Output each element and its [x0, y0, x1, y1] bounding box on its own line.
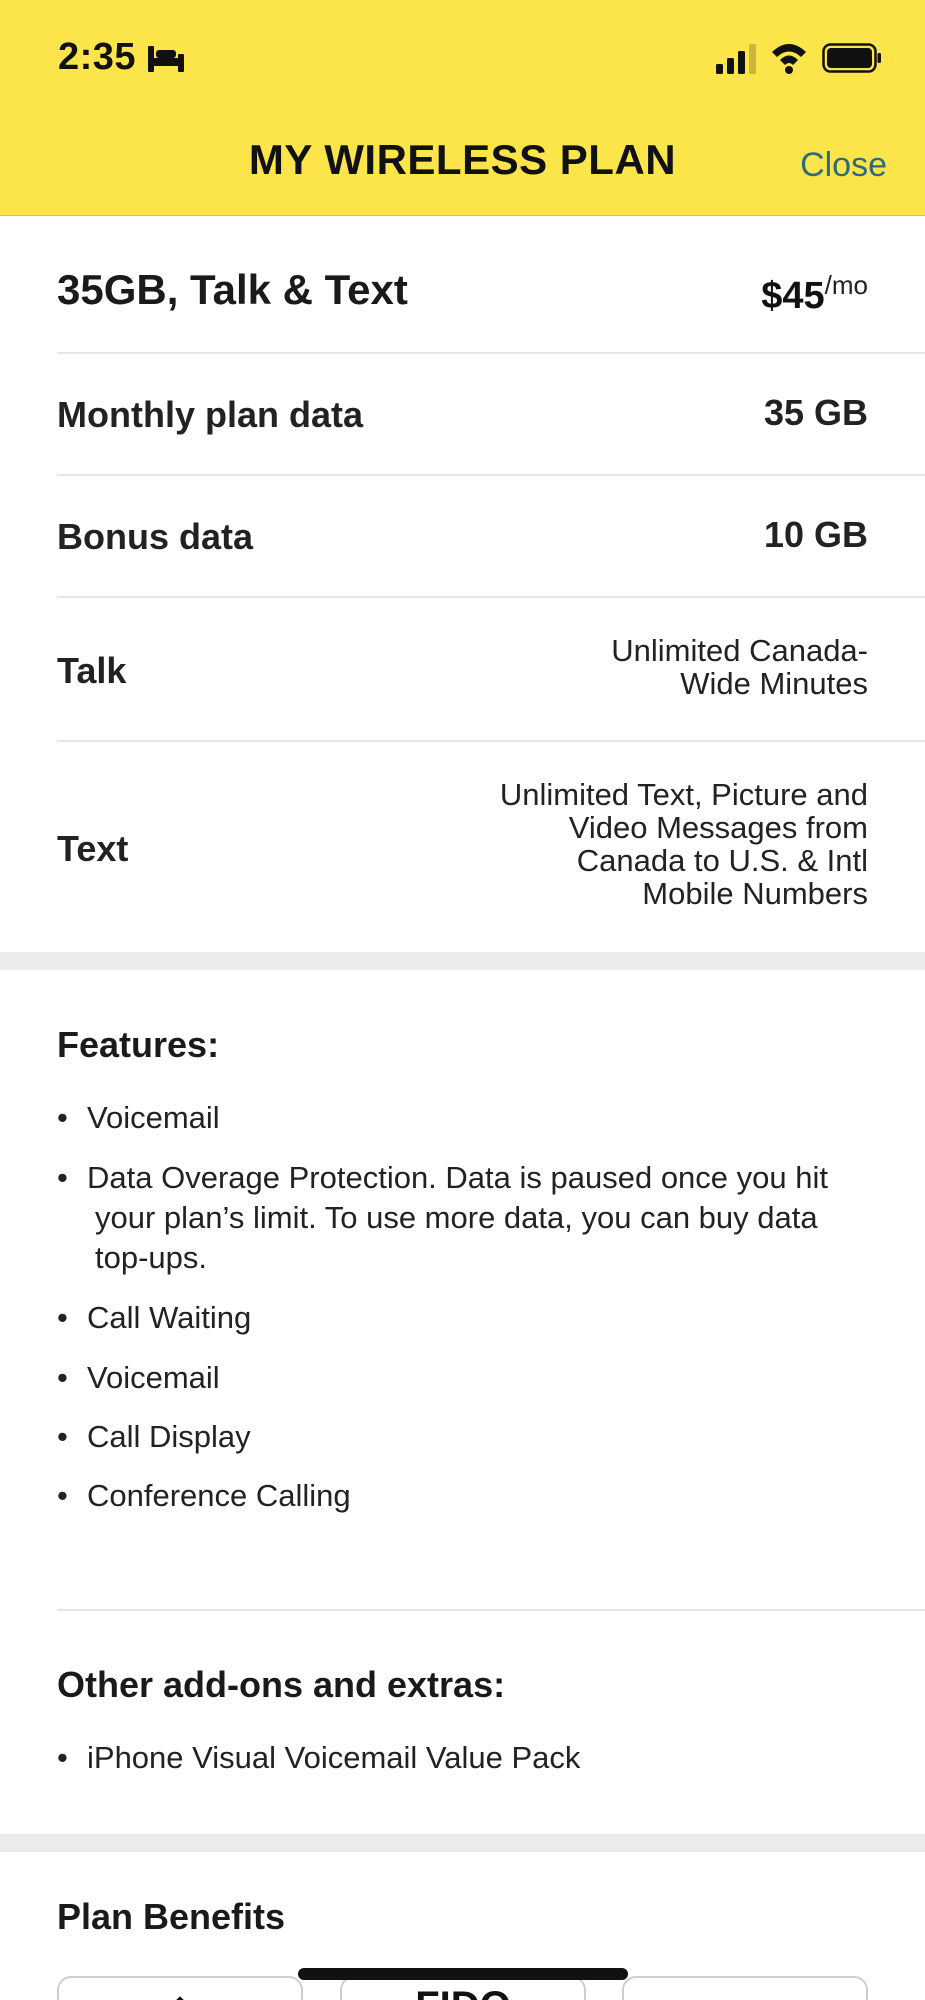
feature-text: Voicemail — [87, 1360, 220, 1395]
bullet-icon: • — [57, 1740, 68, 1775]
status-time: 2:35 — [58, 36, 137, 78]
features-title: Features: — [57, 1024, 220, 1065]
feature-text-line: Data Overage Protection. Data is paused … — [87, 1160, 828, 1195]
text-value-line: Unlimited Text, Picture and — [499, 777, 868, 812]
fido-logo: FIDO — [342, 1984, 584, 2000]
feature-text: Call Display — [87, 1419, 251, 1454]
feature-text: Conference Calling — [87, 1478, 351, 1513]
monthly-data-row: Monthly plan data 35 GB — [57, 354, 925, 476]
features-divider — [57, 1609, 925, 1611]
bonus-data-value: 10 GB — [763, 514, 868, 555]
plan-benefits-title: Plan Benefits — [57, 1896, 286, 1937]
text-value: Unlimited Text, Picture and Video Messag… — [500, 778, 868, 910]
section-divider — [0, 952, 925, 970]
addons-title: Other add-ons and extras: — [57, 1664, 506, 1705]
home-icon — [176, 1996, 184, 2000]
feature-item: • Data Overage Protection. Data is pause… — [57, 1158, 877, 1278]
page-title: MY WIRELESS PLAN — [248, 136, 677, 183]
wifi-icon — [772, 44, 806, 74]
price-unit: /mo — [824, 270, 868, 300]
talk-value-line: Unlimited Canada- — [611, 633, 868, 668]
feature-text-line: top-ups. — [95, 1240, 208, 1275]
feature-text-line: your plan’s limit. To use more data, you… — [95, 1200, 818, 1235]
header-bar: 2:35 MY WIRELESS PLAN Close — [0, 0, 925, 216]
feature-item: • Voicemail — [57, 1358, 877, 1398]
bullet-icon: • — [57, 1360, 68, 1395]
bullet-icon: • — [57, 1160, 68, 1195]
benefit-card-home[interactable] — [57, 1976, 303, 2000]
monthly-data-value: 35 GB — [763, 392, 868, 433]
bullet-icon: • — [57, 1419, 68, 1454]
addon-text: iPhone Visual Voicemail Value Pack — [87, 1740, 581, 1775]
plan-summary-row: 35GB, Talk & Text $45/mo — [57, 216, 925, 354]
battery-icon — [822, 43, 881, 73]
bullet-icon: • — [57, 1478, 68, 1513]
talk-row: Talk Unlimited Canada- Wide Minutes — [57, 598, 925, 742]
feature-item: • Voicemail — [57, 1098, 877, 1138]
bullet-icon: • — [57, 1100, 68, 1135]
bed-icon — [148, 46, 184, 72]
text-row: Text Unlimited Text, Picture and Video M… — [57, 742, 925, 952]
bonus-data-row: Bonus data 10 GB — [57, 476, 925, 598]
bullet-icon: • — [57, 1300, 68, 1335]
price-amount: $45 — [761, 275, 825, 317]
feature-text: Voicemail — [87, 1100, 220, 1135]
text-label: Text — [57, 828, 129, 869]
plan-price: $45/mo — [761, 270, 868, 318]
bonus-data-label: Bonus data — [57, 516, 254, 557]
benefit-card-third[interactable] — [622, 1976, 868, 2000]
home-indicator[interactable] — [298, 1968, 628, 1980]
text-value-line: Canada to U.S. & Intl — [576, 843, 868, 878]
addon-item: • iPhone Visual Voicemail Value Pack — [57, 1738, 877, 1778]
section-divider — [0, 1834, 925, 1852]
feature-text: Call Waiting — [87, 1300, 252, 1335]
text-value-line: Mobile Numbers — [642, 876, 868, 911]
text-value-line: Video Messages from — [568, 810, 868, 845]
monthly-data-label: Monthly plan data — [57, 394, 363, 435]
feature-item: • Conference Calling — [57, 1476, 877, 1516]
talk-label: Talk — [57, 650, 127, 691]
close-button[interactable]: Close — [800, 146, 887, 185]
signal-icon — [716, 44, 756, 74]
feature-item: • Call Waiting — [57, 1298, 877, 1338]
talk-value-line: Wide Minutes — [680, 666, 868, 701]
talk-value: Unlimited Canada- Wide Minutes — [611, 634, 868, 700]
feature-item: • Call Display — [57, 1417, 877, 1457]
plan-name: 35GB, Talk & Text — [57, 266, 408, 313]
